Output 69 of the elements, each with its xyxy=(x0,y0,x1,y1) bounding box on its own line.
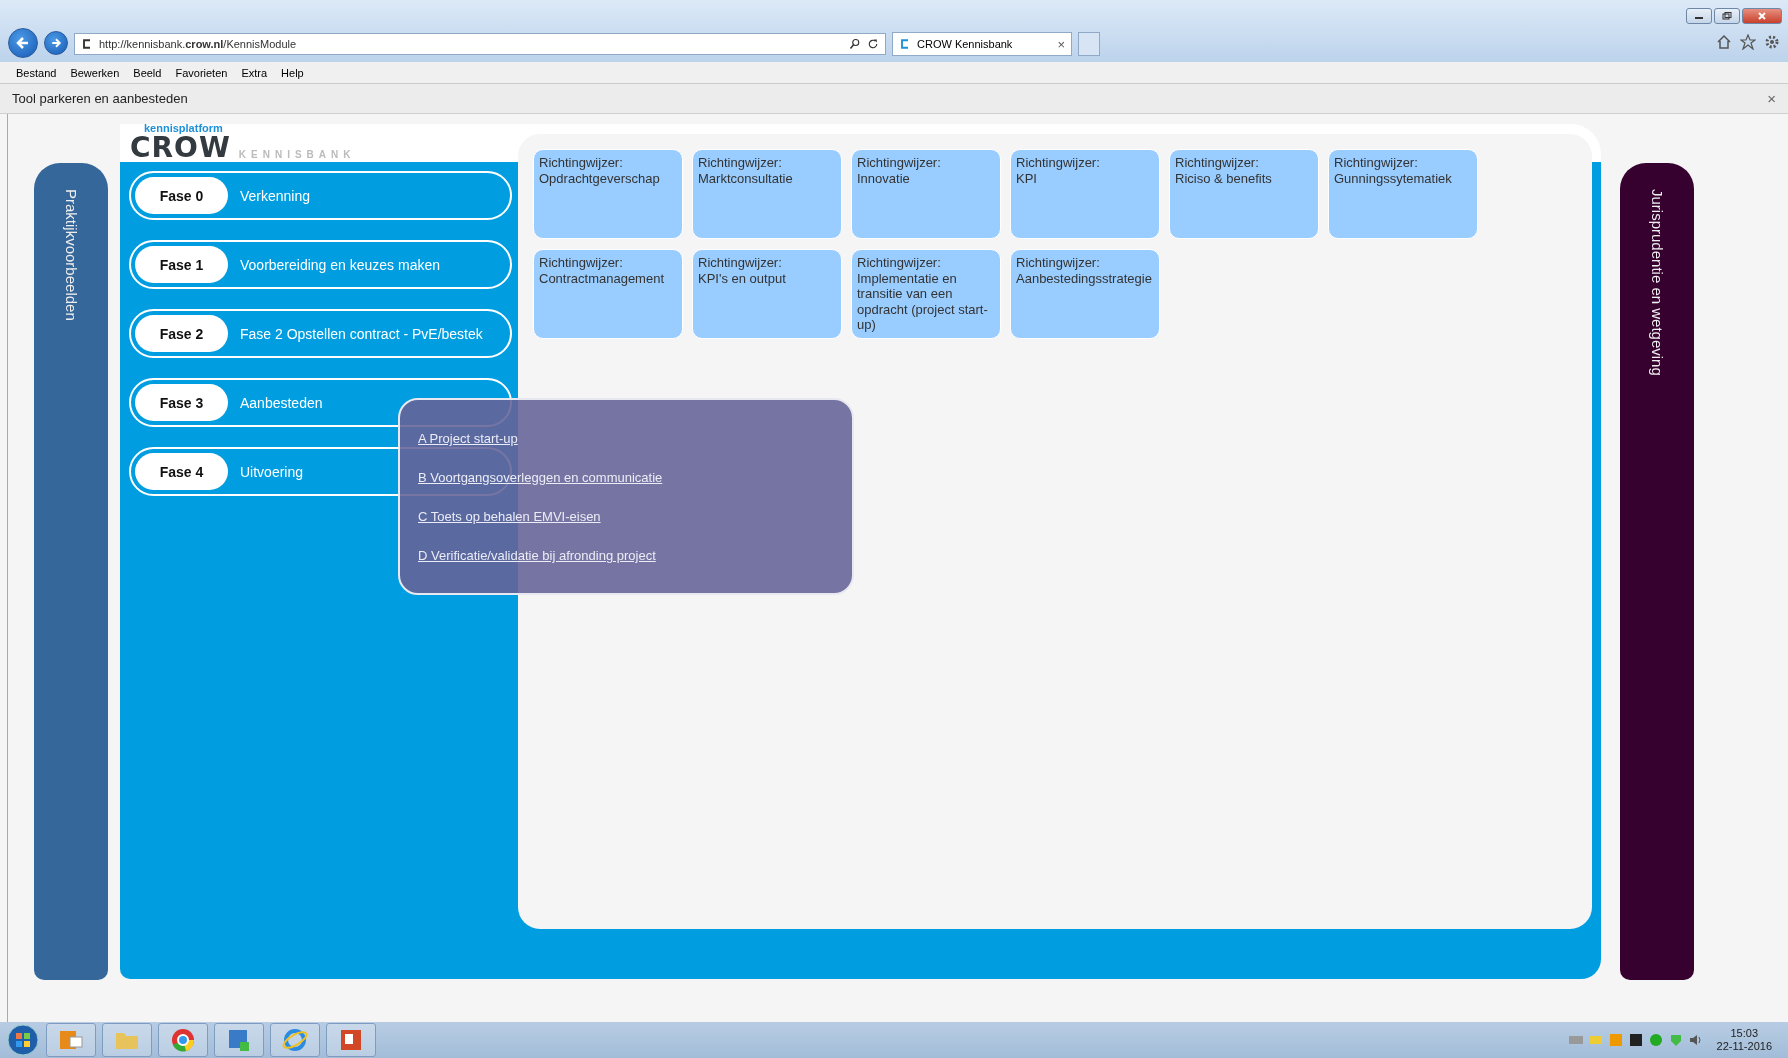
guide-card[interactable]: Richtingwijzer: Gunningssytematiek xyxy=(1328,149,1478,239)
submenu-link[interactable]: A Project start-up xyxy=(418,430,518,447)
app-window-icon xyxy=(226,1027,252,1053)
restore-button[interactable] xyxy=(1714,8,1740,24)
slides-icon xyxy=(338,1027,364,1053)
guide-card[interactable]: Richtingwijzer: Innovatie xyxy=(851,149,1001,239)
settings-icon[interactable] xyxy=(1764,34,1780,50)
side-tab[interactable]: Praktijkvoorbeelden xyxy=(34,163,108,980)
clock-date: 22-11-2016 xyxy=(1716,1040,1772,1053)
guide-card[interactable]: Richtingwijzer: KPI xyxy=(1010,149,1160,239)
start-icon[interactable] xyxy=(6,1023,40,1057)
menu-item[interactable]: Bestand xyxy=(16,66,57,79)
menu-item[interactable]: Bewerken xyxy=(70,66,120,79)
clock-time: 15:03 xyxy=(1730,1027,1759,1040)
shield-icon xyxy=(1668,1033,1683,1047)
browser-tab[interactable]: CROW Kennisbank × xyxy=(892,32,1072,56)
home-icon[interactable] xyxy=(1716,34,1732,50)
submenu-link[interactable]: D Verificatie/validatie bij afronding project xyxy=(418,547,656,564)
close-button[interactable] xyxy=(1742,8,1782,24)
phase-label: Fase 2 xyxy=(135,315,228,352)
logo-subtitle: KENNISBANK xyxy=(238,149,356,160)
phase-title: Voorbereiding en keuzes maken xyxy=(240,256,441,273)
taskbar-button[interactable] xyxy=(214,1023,264,1057)
side-tab[interactable]: Jurisprudentie en wetgeving xyxy=(1620,163,1694,980)
phase-button[interactable]: Fase 1 Voorbereiding en keuzes maken xyxy=(129,240,512,289)
close-icon xyxy=(1757,12,1767,20)
taskbar-button[interactable] xyxy=(326,1023,376,1057)
guide-card[interactable]: Richtingwijzer: Contractmanagement xyxy=(533,249,683,339)
star-icon[interactable] xyxy=(1740,34,1756,50)
guide-card[interactable]: Richtingwijzer: KPI's en output xyxy=(692,249,842,339)
close-tab-button[interactable]: × xyxy=(1057,36,1065,52)
guide-card[interactable]: Richtingwijzer: Opdrachtgeverschap xyxy=(533,149,683,239)
taskbar-button[interactable] xyxy=(46,1023,96,1057)
phase-title: Fase 2 Opstellen contract - PvE/bestek xyxy=(240,325,483,342)
close-button[interactable]: × xyxy=(1767,90,1776,107)
restore-icon xyxy=(1722,12,1732,20)
address-field[interactable]: http://kennisbank.crow.nl/KennisModule xyxy=(74,33,886,55)
menu-item[interactable]: Extra xyxy=(241,66,268,79)
phase-button[interactable]: Fase 2 Fase 2 Opstellen contract - PvE/bestek xyxy=(129,309,512,358)
phase-label: Fase 4 xyxy=(135,453,228,490)
notification-text: Tool parkeren en aanbesteden xyxy=(12,91,189,106)
phase-label: Fase 0 xyxy=(135,177,228,214)
menu-item[interactable]: Beeld xyxy=(133,66,162,79)
taskbar-button[interactable] xyxy=(158,1023,208,1057)
forward-arrow-icon xyxy=(50,37,62,49)
forward-button[interactable] xyxy=(44,31,68,55)
menu-item[interactable]: Help xyxy=(281,66,304,79)
browser-icon xyxy=(170,1027,196,1053)
guide-card[interactable]: Richtingwijzer: Aanbestedingsstrategie xyxy=(1010,249,1160,339)
globe-icon xyxy=(282,1027,308,1053)
menu-item[interactable]: Favorieten xyxy=(175,66,228,79)
minimize-button[interactable] xyxy=(1686,8,1712,24)
phase-title: Uitvoering xyxy=(240,463,304,480)
logo-tagline: kennisplatform xyxy=(143,123,224,134)
guide-card[interactable]: Richtingwijzer: Riciso & benefits xyxy=(1169,149,1319,239)
back-arrow-icon xyxy=(15,35,31,51)
phase-button[interactable]: Fase 0 Verkenning xyxy=(129,171,512,220)
search-icon[interactable] xyxy=(849,38,861,50)
phase-label: Fase 1 xyxy=(135,246,228,283)
speaker-icon xyxy=(1688,1033,1703,1047)
guide-card[interactable]: Richtingwijzer: Marktconsultatie xyxy=(692,149,842,239)
back-button[interactable] xyxy=(8,28,38,58)
refresh-icon[interactable] xyxy=(867,38,879,50)
phase-title: Aanbesteden xyxy=(240,394,323,411)
submenu-link[interactable]: C Toets op behalen EMVI-eisen xyxy=(418,508,601,525)
logo: CROW xyxy=(130,134,231,162)
guide-card[interactable]: Richtingwijzer: Implementatie en transitie van een opdracht (project start-up) xyxy=(851,249,1001,339)
phase-label: Fase 3 xyxy=(135,384,228,421)
phase-title: Verkenning xyxy=(240,187,311,204)
